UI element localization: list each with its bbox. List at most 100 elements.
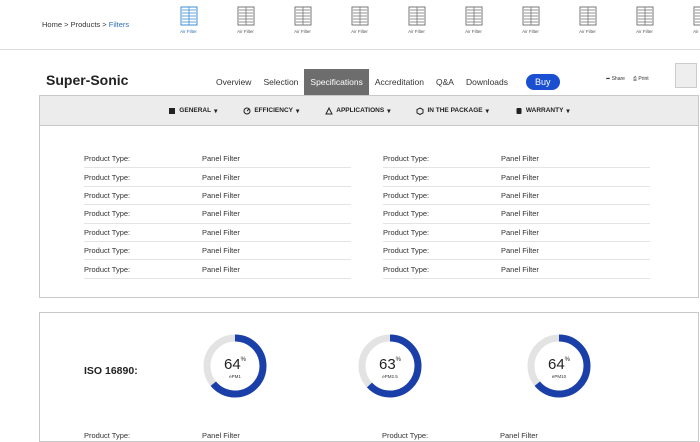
spec-tab-label: EFFICIENCY	[254, 107, 293, 114]
thumbnail-label: Air Filter	[408, 29, 425, 34]
breadcrumb-separator: >	[62, 20, 71, 29]
spec-tab-applications[interactable]: APPLICATIONS▾	[325, 107, 390, 115]
spec-row: Product Type:Panel Filter	[383, 205, 650, 223]
product-image	[675, 63, 697, 88]
spec-tab-in-the-package[interactable]: IN THE PACKAGE▾	[416, 107, 488, 115]
spec-value: Panel Filter	[501, 246, 539, 255]
spec-row: Product Type:Panel Filter	[84, 260, 351, 278]
thumbnail-label: Air Filter	[180, 29, 197, 34]
iso-label: ISO 16890:	[84, 365, 138, 377]
air-filter-icon	[522, 6, 540, 26]
efficiency-panel: ISO 16890: 64% ePM1 63% ePM2.5 64% ePM10…	[39, 312, 699, 442]
buy-button[interactable]: Buy	[526, 74, 560, 90]
thumbnail-label: Air Filter	[294, 29, 311, 34]
nav-tab-selection[interactable]: Selection	[257, 69, 304, 95]
product-thumbnail[interactable]: Air Filter	[673, 6, 700, 44]
product-thumbnail[interactable]: Air Filter	[274, 6, 331, 44]
share-button[interactable]: ➦ Share	[606, 76, 625, 82]
air-filter-icon	[693, 6, 700, 26]
spec-row: Product Type:Panel Filter	[84, 150, 351, 168]
product-thumbnail[interactable]: Air Filter	[502, 6, 559, 44]
nav-tab-downloads[interactable]: Downloads	[460, 69, 514, 95]
spec-value: Panel Filter	[501, 209, 539, 218]
spec-key: Product Type:	[383, 228, 501, 237]
nav-tab-specifications[interactable]: Specifications	[304, 69, 368, 95]
air-filter-icon	[237, 6, 255, 26]
spec-key: Product Type:	[383, 191, 501, 200]
spec-row: Product Type:Panel Filter	[383, 150, 650, 168]
gauge-label: ePM2.5	[357, 374, 423, 379]
spec-value: Panel Filter	[202, 431, 240, 440]
breadcrumb-products[interactable]: Products	[71, 20, 101, 29]
air-filter-icon	[294, 6, 312, 26]
breadcrumb: Home > Products > Filters	[42, 20, 129, 29]
spec-value: Panel Filter	[202, 191, 240, 200]
spec-value: Panel Filter	[202, 265, 240, 274]
product-thumbnail[interactable]: Air Filter	[160, 6, 217, 44]
spec-value: Panel Filter	[202, 154, 240, 163]
spec-key: Product Type:	[84, 431, 130, 440]
gauge-label: ePM1	[202, 374, 268, 379]
product-thumbnail[interactable]: Air Filter	[217, 6, 274, 44]
air-filter-icon	[579, 6, 597, 26]
nav-tab-accreditation[interactable]: Accreditation	[369, 69, 430, 95]
chevron-down-icon: ▾	[486, 107, 489, 115]
product-thumbnail[interactable]: Air Filter	[445, 6, 502, 44]
spec-row: Product Type:Panel Filter	[383, 242, 650, 260]
nav-tab-qa[interactable]: Q&A	[430, 69, 460, 95]
share-print-actions: ➦ Share ⎙ Print	[606, 76, 649, 82]
efficiency-gauge: 63% ePM2.5	[357, 333, 423, 399]
spec-row: Product Type:Panel Filter	[84, 205, 351, 223]
specifications-panel: GENERAL▾EFFICIENCY▾APPLICATIONS▾IN THE P…	[39, 95, 699, 298]
package-icon	[416, 107, 424, 115]
spec-key: Product Type:	[84, 173, 202, 182]
spec-column-right: Product Type:Panel FilterProduct Type:Pa…	[383, 150, 650, 279]
efficiency-icon	[243, 107, 251, 115]
spec-row: Product Type:Panel Filter	[84, 242, 351, 260]
nav-tab-overview[interactable]: Overview	[210, 69, 257, 95]
breadcrumb-home[interactable]: Home	[42, 20, 62, 29]
air-filter-icon	[408, 6, 426, 26]
spec-value: Panel Filter	[501, 191, 539, 200]
product-thumbnail[interactable]: Air Filter	[616, 6, 673, 44]
chevron-down-icon: ▾	[387, 107, 390, 115]
chevron-down-icon: ▾	[566, 107, 569, 115]
spec-value: Panel Filter	[501, 265, 539, 274]
gauge-label: ePM10	[526, 374, 592, 379]
spec-value: Panel Filter	[501, 154, 539, 163]
spec-key: Product Type:	[84, 191, 202, 200]
spec-row: Product Type:Panel Filter	[84, 187, 351, 205]
print-button[interactable]: ⎙ Print	[633, 76, 649, 82]
spec-tab-efficiency[interactable]: EFFICIENCY▾	[243, 107, 299, 115]
air-filter-icon	[465, 6, 483, 26]
product-thumbnail[interactable]: Air Filter	[331, 6, 388, 44]
spec-value: Panel Filter	[500, 431, 538, 440]
spec-tab-label: APPLICATIONS	[336, 107, 384, 114]
product-thumbnail[interactable]: Air Filter	[559, 6, 616, 44]
spec-row: Product Type:Panel Filter	[383, 168, 650, 186]
air-filter-icon	[351, 6, 369, 26]
efficiency-gauge: 64% ePM1	[202, 333, 268, 399]
print-label: Print	[638, 76, 648, 82]
thumbnail-label: Air Filter	[351, 29, 368, 34]
spec-value: Panel Filter	[202, 228, 240, 237]
spec-value: Panel Filter	[202, 173, 240, 182]
breadcrumb-current: Filters	[109, 20, 129, 29]
gauge-value: 64%	[202, 356, 268, 373]
chevron-down-icon: ▾	[214, 107, 217, 115]
spec-tab-label: WARRANTY	[526, 107, 564, 114]
section-nav: OverviewSelectionSpecificationsAccredita…	[210, 69, 560, 95]
warranty-icon	[515, 107, 523, 115]
thumbnail-label: Air Filter	[693, 29, 700, 34]
chevron-down-icon: ▾	[296, 107, 299, 115]
spec-column-left: Product Type:Panel FilterProduct Type:Pa…	[84, 150, 351, 279]
product-thumbnail[interactable]: Air Filter	[388, 6, 445, 44]
spec-key: Product Type:	[383, 265, 501, 274]
spec-value: Panel Filter	[501, 228, 539, 237]
spec-key: Product Type:	[382, 431, 428, 440]
spec-row: Product Type:Panel Filter	[383, 260, 650, 278]
spec-key: Product Type:	[84, 246, 202, 255]
spec-tab-general[interactable]: GENERAL▾	[168, 107, 217, 115]
general-icon	[168, 107, 176, 115]
spec-tab-warranty[interactable]: WARRANTY▾	[515, 107, 570, 115]
